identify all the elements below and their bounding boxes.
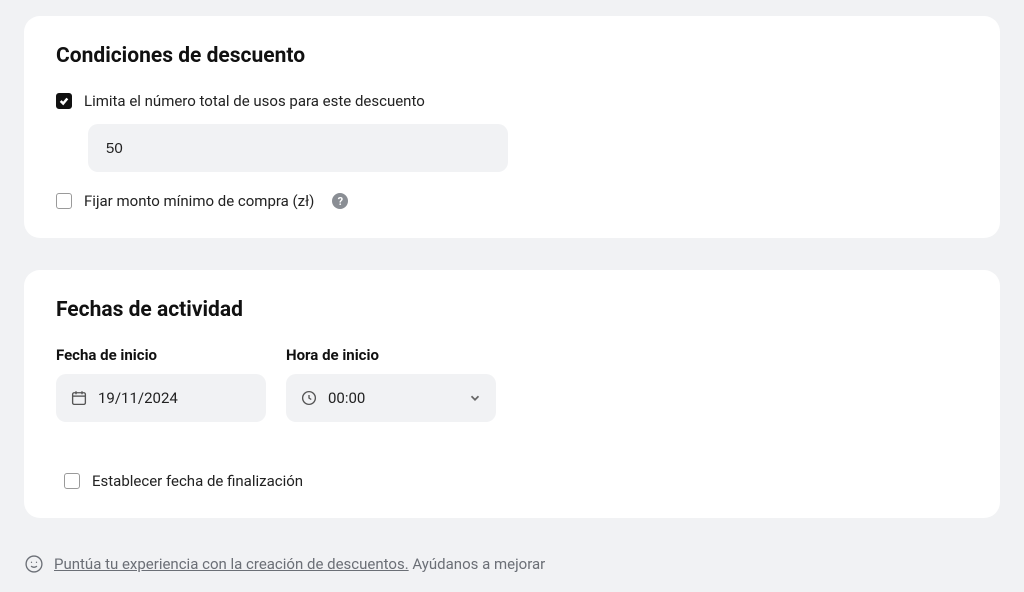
limit-uses-label: Limita el número total de usos para este… [84,92,425,110]
start-date-picker[interactable]: 19/11/2024 [56,374,266,422]
limit-uses-row: Limita el número total de usos para este… [56,92,968,110]
conditions-title: Condiciones de descuento [56,44,968,68]
start-time-picker[interactable]: 00:00 [286,374,496,422]
chevron-down-icon [468,391,482,405]
smiley-icon [24,554,44,574]
start-date-value: 19/11/2024 [98,389,252,407]
check-icon [59,96,69,106]
feedback-link[interactable]: Puntúa tu experiencia con la creación de… [54,555,409,573]
discount-conditions-card: Condiciones de descuento Limita el númer… [24,16,1000,238]
calendar-icon [70,389,88,407]
end-date-label: Establecer fecha de finalización [92,472,303,490]
activity-dates-card: Fechas de actividad Fecha de inicio 19/1… [24,270,1000,518]
limit-uses-input[interactable] [88,124,508,172]
clock-icon [300,389,318,407]
end-date-row: Establecer fecha de finalización [56,472,968,490]
feedback-text: Puntúa tu experiencia con la creación de… [54,555,545,573]
min-amount-label: Fijar monto mínimo de compra (zł) [84,192,314,210]
feedback-suffix: Ayúdanos a mejorar [409,555,546,573]
start-time-label: Hora de inicio [286,346,496,364]
help-icon[interactable]: ? [332,193,348,209]
min-amount-checkbox[interactable] [56,193,72,209]
start-date-group: Fecha de inicio 19/11/2024 [56,346,266,422]
min-amount-row: Fijar monto mínimo de compra (zł) ? [56,192,968,210]
start-date-label: Fecha de inicio [56,346,266,364]
end-date-checkbox[interactable] [64,473,80,489]
start-time-group: Hora de inicio 00:00 [286,346,496,422]
fields-row: Fecha de inicio 19/11/2024 Hora de inici… [56,346,968,422]
start-time-value: 00:00 [328,389,458,407]
dates-title: Fechas de actividad [56,298,968,322]
feedback-row: Puntúa tu experiencia con la creación de… [24,550,1000,574]
limit-uses-input-wrap [56,124,968,172]
limit-uses-checkbox[interactable] [56,93,72,109]
